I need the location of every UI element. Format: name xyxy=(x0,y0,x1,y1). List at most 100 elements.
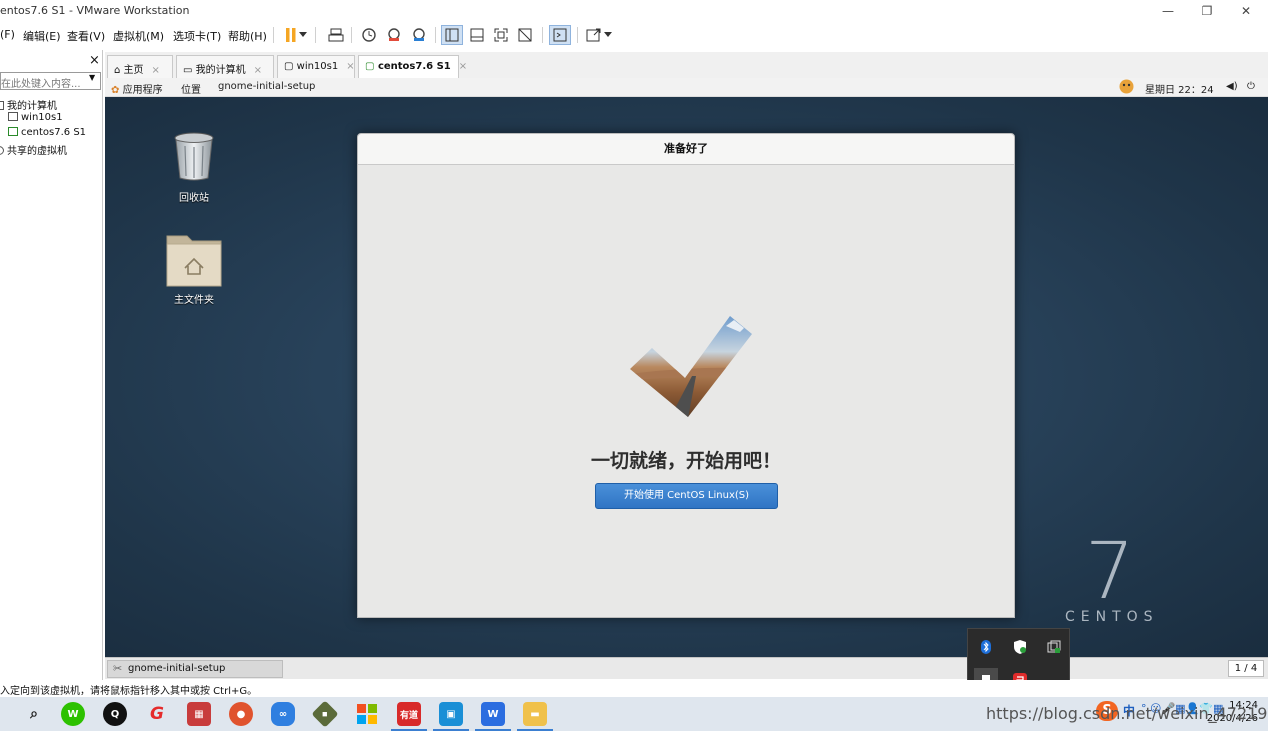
checkmark-landscape-icon xyxy=(630,316,754,421)
status-bar: 入定向到该虚拟机，请将鼠标指针移入其中或按 Ctrl+G。 xyxy=(0,680,1268,697)
tree-item-centos[interactable]: centos7.6 S1 xyxy=(8,127,86,138)
window-title: entos7.6 S1 - VMware Workstation xyxy=(0,4,190,17)
toolbar-separator xyxy=(542,27,543,43)
red-g-app-icon[interactable]: G xyxy=(145,702,169,726)
security-shield-icon[interactable] xyxy=(1008,635,1032,659)
file-explorer-icon[interactable]: ▬ xyxy=(517,702,553,731)
tab-centos[interactable]: ▢ centos7.6 S1 × xyxy=(358,55,467,79)
ready-message: 一切就绪，开始用吧！ xyxy=(590,450,781,472)
snapshot-manager-icon[interactable] xyxy=(408,25,430,45)
toolbar-separator xyxy=(577,27,578,43)
apps-icon: ✿ xyxy=(111,85,120,96)
close-icon[interactable]: × xyxy=(152,65,160,76)
title-bar: entos7.6 S1 - VMware Workstation — ❐ ✕ xyxy=(0,0,1268,22)
fullscreen-icon[interactable] xyxy=(490,25,512,45)
thumbnail-bar-icon[interactable] xyxy=(466,25,488,45)
player-app-icon[interactable]: ● xyxy=(229,702,253,726)
tab-bar: ⌂ 主页 × ▭ 我的计算机 × ▢ win10s1 × ▢ centos7.6 S1… xyxy=(105,52,1268,79)
url-watermark: https://blog.csdn.net/weixin_47219935 xyxy=(986,704,1268,723)
folder-icon xyxy=(0,101,4,110)
chevron-down-icon[interactable] xyxy=(602,25,614,45)
trash-icon xyxy=(174,132,214,181)
home-folder-desktop-icon[interactable] xyxy=(165,230,223,291)
library-search-placeholder: 在此处键入内容... xyxy=(1,79,81,90)
menu-file[interactable]: (F) xyxy=(0,28,15,41)
start-using-button[interactable]: 开始使用 CentOS Linux(S) xyxy=(595,483,778,509)
chevron-down-icon[interactable] xyxy=(297,25,309,45)
chevron-down-icon[interactable]: ▼ xyxy=(89,73,95,82)
vmware-tray-icon[interactable] xyxy=(1042,635,1066,659)
toolbar-separator xyxy=(273,27,274,43)
vm-running-icon: ▢ xyxy=(365,61,375,72)
vm-icon: ▢ xyxy=(284,61,294,72)
gnome-bottom-bar: ✂ gnome-initial-setup 1 / 4 xyxy=(105,657,1268,679)
places-menu[interactable]: 位置 xyxy=(181,81,201,96)
close-icon[interactable]: × xyxy=(346,61,354,72)
user-avatar-icon[interactable] xyxy=(1119,79,1134,97)
home-folder-icon xyxy=(166,235,222,287)
tab-my-computer[interactable]: ▭ 我的计算机 × xyxy=(176,55,274,78)
menu-view[interactable]: 查看(V) xyxy=(67,28,105,44)
unity-icon[interactable] xyxy=(514,25,536,45)
window-list-item[interactable]: ✂ gnome-initial-setup xyxy=(107,660,283,678)
office-app-icon[interactable] xyxy=(355,702,379,726)
close-button[interactable]: ✕ xyxy=(1231,2,1261,20)
show-library-icon[interactable] xyxy=(441,25,463,45)
menu-vm[interactable]: 虚拟机(M) xyxy=(113,28,164,44)
centos-brand-text: CENTOS xyxy=(1065,609,1159,625)
centos-version-number: 7 xyxy=(1085,527,1135,617)
close-icon[interactable]: × xyxy=(254,65,262,76)
bluetooth-icon[interactable] xyxy=(974,635,998,659)
toolbar-separator xyxy=(351,27,352,43)
workspace-indicator[interactable]: 1 / 4 xyxy=(1228,660,1264,677)
trash-label: 回收站 xyxy=(179,193,209,204)
cloud-app-icon[interactable]: ∞ xyxy=(271,702,295,726)
close-icon[interactable]: × xyxy=(459,61,467,72)
applications-menu[interactable]: ✿ 应用程序 xyxy=(111,81,163,96)
tree-item-win10s1[interactable]: win10s1 xyxy=(8,112,63,123)
menu-edit[interactable]: 编辑(E) xyxy=(23,28,61,44)
home-folder-label: 主文件夹 xyxy=(174,295,214,306)
vm-running-icon xyxy=(8,127,18,136)
home-icon: ⌂ xyxy=(114,65,121,76)
vm-player-icon[interactable]: ◆ xyxy=(311,700,339,728)
monitor-icon: ▭ xyxy=(183,65,193,76)
library-panel: × 在此处键入内容... ▼ 我的计算机 win10s1 centos7.6 S… xyxy=(0,50,103,680)
qq-icon[interactable]: Q xyxy=(103,702,127,726)
tools-icon: ✂ xyxy=(113,662,123,675)
library-close-icon[interactable]: × xyxy=(89,53,100,68)
gnome-clock[interactable]: 星期日 22：24 xyxy=(1145,81,1214,96)
snapshot-icon[interactable] xyxy=(358,25,380,45)
power-icon[interactable]: ⏻ xyxy=(1247,81,1255,92)
tab-home[interactable]: ⌂ 主页 × xyxy=(107,55,173,78)
vmware-workstation-icon[interactable]: ▣ xyxy=(433,702,469,731)
initial-setup-dialog: 准备好了 一切就绪，开始用吧！ 开始使用 CentOS Linux(S) xyxy=(357,133,1015,618)
volume-icon[interactable]: ◀) xyxy=(1226,81,1238,92)
gnome-top-bar: ✿ 应用程序 位置 gnome-initial-setup 星期日 22：24 … xyxy=(105,78,1268,97)
toolbar-separator xyxy=(435,27,436,43)
menu-help[interactable]: 帮助(H) xyxy=(228,28,267,44)
dialog-title: 准备好了 xyxy=(358,134,1014,165)
youdao-app-icon[interactable]: 有道 xyxy=(391,702,427,731)
maximize-button[interactable]: ❐ xyxy=(1192,2,1222,20)
console-icon[interactable] xyxy=(549,25,571,45)
search-icon[interactable]: ⌕ xyxy=(22,702,46,726)
tree-item-shared-vms[interactable]: 共享的虚拟机 xyxy=(0,142,67,157)
wechat-icon[interactable]: W xyxy=(61,702,85,726)
revert-snapshot-icon[interactable] xyxy=(383,25,405,45)
shared-icon xyxy=(0,146,4,155)
current-app-menu[interactable]: gnome-initial-setup xyxy=(218,81,315,92)
menu-tabs[interactable]: 选项卡(T) xyxy=(173,28,221,44)
send-keys-icon[interactable] xyxy=(325,25,347,45)
status-text: 入定向到该虚拟机，请将鼠标指针移入其中或按 Ctrl+G。 xyxy=(0,686,258,697)
trash-desktop-icon[interactable] xyxy=(172,132,216,185)
menu-bar: (F) 编辑(E) 查看(V) 虚拟机(M) 选项卡(T) 帮助(H) xyxy=(0,22,1268,48)
library-search-input[interactable]: 在此处键入内容... xyxy=(0,72,101,90)
minimize-button[interactable]: — xyxy=(1153,2,1183,20)
toolbar-separator xyxy=(315,27,316,43)
vm-icon xyxy=(8,112,18,121)
tab-win10s1[interactable]: ▢ win10s1 × xyxy=(277,55,355,78)
calendar-app-icon[interactable]: ▦ xyxy=(187,702,211,726)
wps-app-icon[interactable]: W xyxy=(475,702,511,731)
tree-item-my-computer[interactable]: 我的计算机 xyxy=(0,97,57,112)
